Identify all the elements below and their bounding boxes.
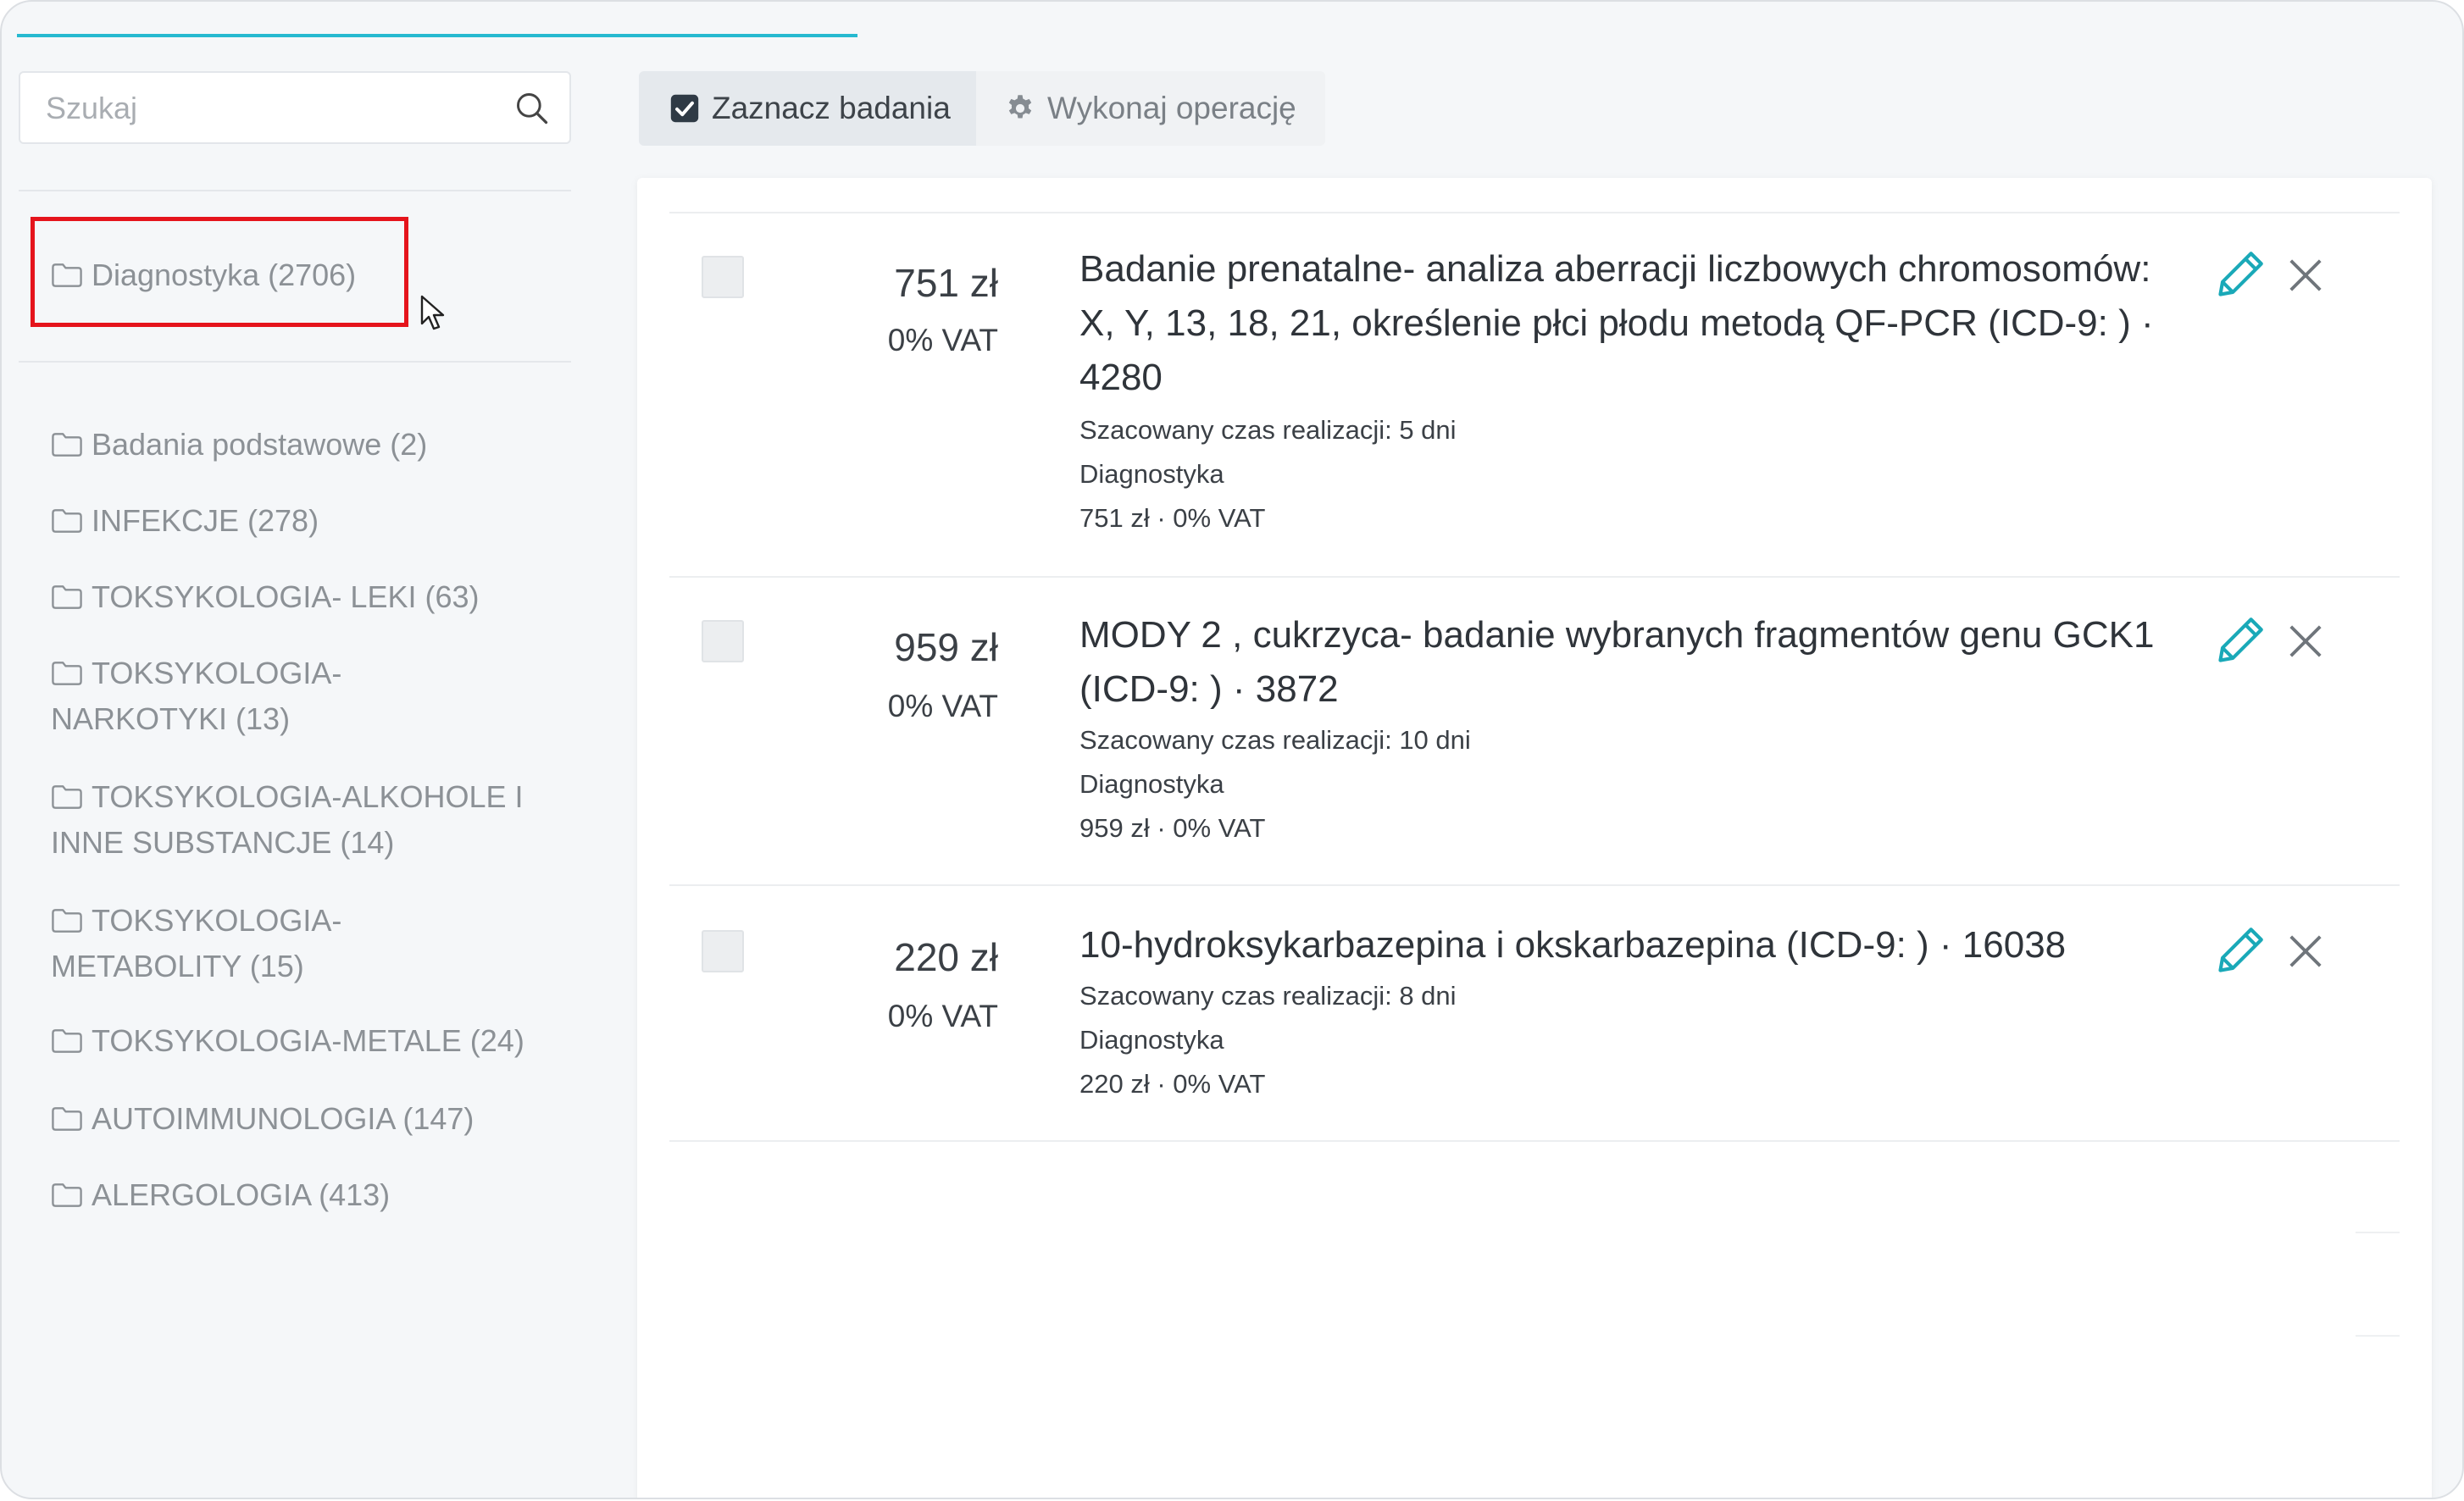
row-divider <box>669 884 2400 886</box>
sidebar-item-label: ALERGOLOGIA (413) <box>92 1177 391 1212</box>
sidebar-item-label: Badania podstawowe (2) <box>92 427 428 462</box>
folder-icon <box>52 1183 82 1207</box>
test-price: 220 zł <box>894 935 998 979</box>
folder-icon <box>52 1107 82 1131</box>
sidebar-item-label: TOKSYKOLOGIA-METABOLITY (15) <box>51 903 342 983</box>
sidebar-item-label: AUTOIMMUNOLOGIA (147) <box>92 1101 474 1136</box>
folder-icon <box>52 509 82 533</box>
perform-operation-label: Wykonaj operację <box>1047 91 1296 125</box>
pencil-edit-icon[interactable] <box>2215 923 2267 976</box>
loading-progress-bar <box>17 34 857 37</box>
sidebar-item-label: TOKSYKOLOGIA-ALKOHOLE I INNE SUBSTANCJE … <box>51 779 524 860</box>
folder-icon <box>52 585 82 609</box>
faint-divider <box>2356 1232 2400 1233</box>
sidebar-item-diagnostyka[interactable]: Diagnostyka (2706) <box>51 252 542 298</box>
row-divider <box>669 212 2400 213</box>
sidebar-item-autoimmunologia[interactable]: AUTOIMMUNOLOGIA (147) <box>51 1096 542 1142</box>
select-tests-label: Zaznacz badania <box>712 91 951 125</box>
test-category: Diagnostyka <box>1079 769 1224 799</box>
pencil-edit-icon[interactable] <box>2215 613 2267 666</box>
close-icon[interactable] <box>2286 256 2325 295</box>
sidebar-item-label: INFEKCJE (278) <box>92 503 319 538</box>
sidebar-item-toksykologia-metale[interactable]: TOKSYKOLOGIA-METALE (24) <box>51 1018 542 1064</box>
test-vat: 0% VAT <box>887 999 998 1033</box>
sidebar-divider <box>19 190 571 191</box>
row-checkbox[interactable] <box>702 620 744 662</box>
select-tests-button[interactable]: Zaznacz badania <box>639 71 976 146</box>
row-checkbox[interactable] <box>702 256 744 298</box>
sidebar-item-label: TOKSYKOLOGIA-METALE (24) <box>92 1023 524 1058</box>
pencil-edit-icon[interactable] <box>2215 247 2267 300</box>
sidebar-divider <box>19 361 571 363</box>
test-duration: Szacowany czas realizacji: 10 dni <box>1079 725 1471 755</box>
test-price: 959 zł <box>894 625 998 669</box>
folder-icon <box>52 1029 82 1053</box>
checkbox-checked-icon <box>670 94 699 123</box>
row-checkbox[interactable] <box>702 930 744 972</box>
folder-icon <box>52 909 82 933</box>
perform-operation-button[interactable]: Wykonaj operację <box>976 71 1325 146</box>
sidebar-item-toksykologia-alkohole[interactable]: TOKSYKOLOGIA-ALKOHOLE I INNE SUBSTANCJE … <box>51 774 525 866</box>
test-price-summary: 220 zł · 0% VAT <box>1079 1069 1266 1099</box>
folder-icon <box>52 433 82 457</box>
sidebar-item-label: TOKSYKOLOGIA-NARKOTYKI (13) <box>51 656 342 736</box>
test-vat: 0% VAT <box>887 323 998 357</box>
app-window: Diagnostyka (2706) Badania podstawowe (2… <box>0 0 2464 1499</box>
test-price-summary: 751 zł · 0% VAT <box>1079 503 1266 533</box>
test-category: Diagnostyka <box>1079 1025 1224 1055</box>
close-icon[interactable] <box>2286 932 2325 971</box>
folder-icon <box>52 662 82 685</box>
sidebar-item-infekcje[interactable]: INFEKCJE (278) <box>51 498 542 544</box>
test-vat: 0% VAT <box>887 689 998 723</box>
folder-icon <box>52 263 82 287</box>
test-category: Diagnostyka <box>1079 459 1224 489</box>
gear-icon <box>1008 95 1032 119</box>
test-title[interactable]: 10-hydroksykarbazepina i okskarbazepina … <box>1079 918 2173 972</box>
row-divider <box>669 1140 2400 1142</box>
test-price-summary: 959 zł · 0% VAT <box>1079 813 1266 843</box>
sidebar-item-toksykologia-narkotyki[interactable]: TOKSYKOLOGIA-NARKOTYKI (13) <box>51 651 390 742</box>
faint-divider <box>2356 1335 2400 1337</box>
close-icon[interactable] <box>2286 622 2325 661</box>
test-title[interactable]: MODY 2 , cukrzyca- badanie wybranych fra… <box>1079 608 2173 717</box>
sidebar-item-label: Diagnostyka (2706) <box>92 258 357 292</box>
sidebar-item-alergologia[interactable]: ALERGOLOGIA (413) <box>51 1172 542 1218</box>
tests-list-panel: 751 zł 0% VAT Badanie prenatalne- analiz… <box>637 178 2432 1498</box>
search-input[interactable] <box>44 73 522 144</box>
test-duration: Szacowany czas realizacji: 8 dni <box>1079 981 1457 1011</box>
sidebar-item-toksykologia-leki[interactable]: TOKSYKOLOGIA- LEKI (63) <box>51 574 542 620</box>
sidebar-item-label: TOKSYKOLOGIA- LEKI (63) <box>92 579 480 614</box>
mouse-cursor-icon <box>420 295 445 330</box>
test-title[interactable]: Badanie prenatalne- analiza aberracji li… <box>1079 242 2173 405</box>
search-icon[interactable] <box>513 90 551 127</box>
test-price: 751 zł <box>894 261 998 305</box>
sidebar-item-badania-podstawowe[interactable]: Badania podstawowe (2) <box>51 422 542 468</box>
test-duration: Szacowany czas realizacji: 5 dni <box>1079 415 1457 445</box>
sidebar-item-toksykologia-metabolity[interactable]: TOKSYKOLOGIA-METABOLITY (15) <box>51 898 390 989</box>
folder-icon <box>52 785 82 809</box>
search-box <box>19 71 571 144</box>
row-divider <box>669 576 2400 578</box>
